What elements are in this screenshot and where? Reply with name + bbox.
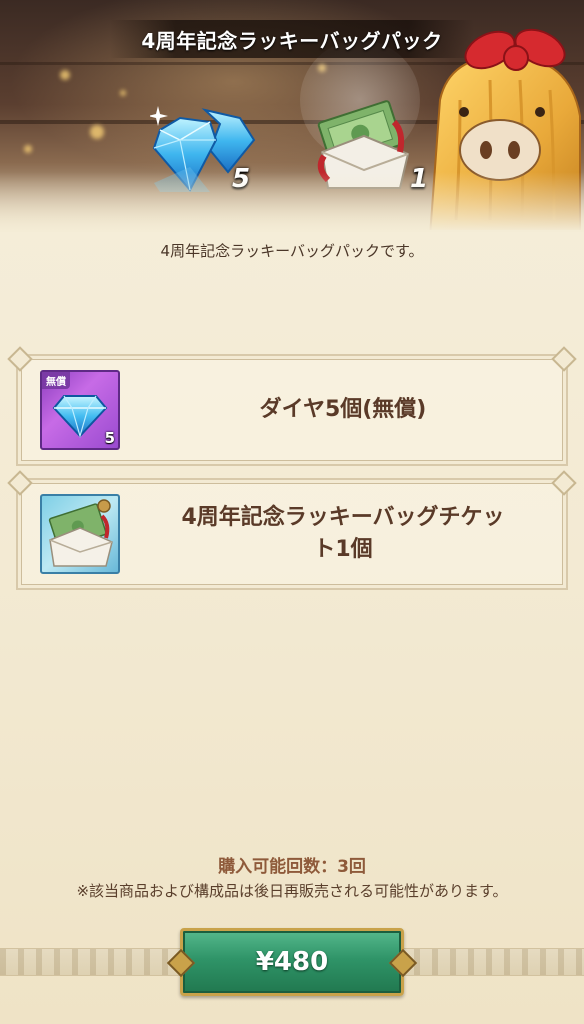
purchase-button[interactable]: ¥480 (180, 928, 404, 996)
pack-title: 4周年記念ラッキーバッグパック (141, 28, 443, 53)
bokeh-light (90, 125, 104, 139)
item-label: 4周年記念ラッキーバッグチケッ ト1個 (138, 480, 548, 588)
item-label-line: 4周年記念ラッキーバッグチケッ (181, 505, 505, 530)
item-label-line: ト1個 (313, 537, 373, 562)
bokeh-light (120, 90, 126, 96)
purchase-price: ¥480 (255, 947, 329, 977)
pack-item-row: 4周年記念ラッキーバッグチケッ ト1個 (16, 478, 568, 590)
bokeh-light (24, 145, 32, 153)
resale-notice: ※該当商品および構成品は後日再販売される可能性があります。 (76, 882, 508, 900)
item-icon-ticket (40, 494, 120, 574)
free-badge: 無償 (42, 372, 70, 389)
lucky-bag-ticket-icon (48, 499, 113, 567)
item-label: ダイヤ5個(無償) (259, 397, 427, 422)
pack-item-row: 無償 5 ダイヤ5個(無償) (16, 354, 568, 466)
item-icon-diamond: 無償 5 (40, 370, 120, 450)
item-icon-count: 5 (104, 429, 115, 447)
pack-description: 4周年記念ラッキーバッグパックです。 (160, 242, 424, 260)
banner-fade (0, 172, 584, 232)
bokeh-light (60, 70, 70, 80)
pack-banner: 4周年記念ラッキーバッグパック 5 1 (0, 0, 584, 232)
purchase-limit: 購入可能回数：3回 (218, 857, 366, 877)
